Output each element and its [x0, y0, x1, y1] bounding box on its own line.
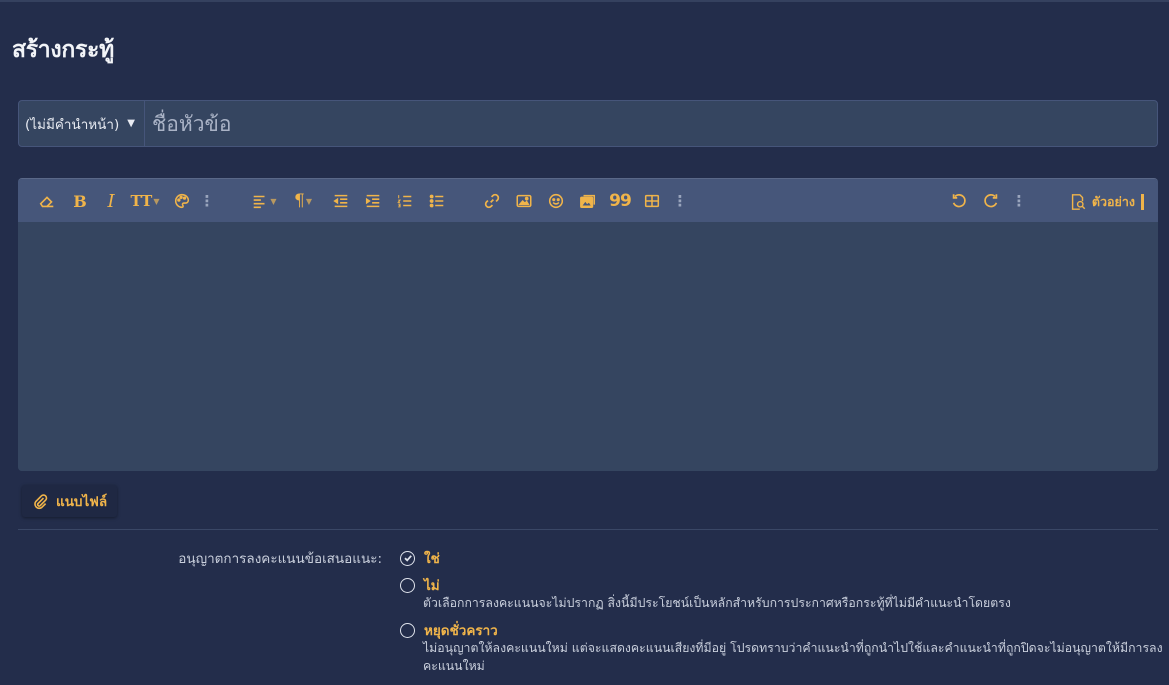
- indent-icon: [365, 194, 380, 208]
- insert-table-button[interactable]: [641, 190, 663, 212]
- attach-files-button[interactable]: แนบไฟล์: [22, 485, 118, 517]
- preview-button[interactable]: ตัวอย่าง: [1069, 192, 1144, 212]
- voting-option-label: ใช่: [424, 551, 440, 567]
- clear-formatting-button[interactable]: [36, 190, 58, 212]
- undo-icon: [952, 193, 966, 208]
- paperclip-icon: [34, 493, 48, 509]
- insert-emoji-button[interactable]: [545, 190, 567, 212]
- insert-link-button[interactable]: [481, 190, 503, 212]
- insert-quote-button[interactable]: 99: [609, 190, 632, 212]
- more-vertical-icon: ⋮: [672, 191, 688, 210]
- more-history-options-button[interactable]: ⋮: [1011, 190, 1027, 212]
- dropdown-caret-icon: ▼: [305, 196, 312, 206]
- attach-files-label: แนบไฟล์: [56, 494, 108, 510]
- voting-option-paused[interactable]: หยุดชั่วคราว: [400, 619, 498, 641]
- prefix-label: (ไม่มีคำนำหน้า): [25, 116, 120, 133]
- undo-button[interactable]: [948, 190, 970, 212]
- redo-icon: [984, 193, 998, 208]
- insert-image-button[interactable]: [513, 190, 535, 212]
- font-size-icon: TT: [130, 192, 153, 210]
- unordered-list-button[interactable]: [426, 190, 448, 212]
- indent-button[interactable]: [362, 190, 384, 212]
- radio-unchecked-icon: [400, 622, 415, 638]
- dropdown-caret-icon: ▼: [153, 196, 160, 206]
- editor-toolbar: B I TT ▼ ⋮ ▼ ¶ ▼ 99 ⋮ ⋮ ตัวอย่าง: [18, 179, 1158, 222]
- unordered-list-icon: [429, 194, 444, 208]
- media-gallery-icon: [580, 194, 596, 209]
- font-size-button[interactable]: TT ▼: [128, 190, 162, 212]
- voting-option-label: ไม่: [424, 578, 440, 594]
- voting-option-label: หยุดชั่วคราว: [424, 623, 498, 639]
- thread-title-input[interactable]: [145, 101, 1157, 146]
- voting-option-hint-continued: คะแนนใหม่: [423, 659, 485, 673]
- outdent-icon: [333, 194, 348, 208]
- voting-option-hint: ไม่อนุญาตให้ลงคะแนนใหม่ แต่จะแสดงคะแนนเส…: [423, 641, 1163, 655]
- image-icon: [516, 194, 532, 208]
- radio-unchecked-icon: [400, 577, 415, 593]
- editor-content-area[interactable]: [18, 222, 1158, 471]
- text-color-button[interactable]: [171, 190, 193, 212]
- more-vertical-icon: ⋮: [199, 191, 215, 210]
- ordered-list-icon: [397, 195, 412, 208]
- preview-label: ตัวอย่าง: [1091, 194, 1135, 209]
- more-insert-options-button[interactable]: ⋮: [672, 190, 688, 212]
- paragraph-button[interactable]: ¶ ▼: [287, 190, 319, 212]
- cursor-indicator: [1141, 194, 1144, 210]
- insert-media-button[interactable]: [577, 190, 599, 212]
- eraser-icon: [39, 196, 54, 208]
- thread-title-row: (ไม่มีคำนำหน้า) ▼: [18, 100, 1158, 147]
- more-options-button[interactable]: ⋮: [199, 190, 215, 212]
- quote-icon: 99: [609, 191, 632, 211]
- voting-option-hint: ตัวเลือกการลงคะแนนจะไม่ปรากฏ สิ่งนี้มีปร…: [423, 596, 1011, 610]
- page-title: สร้างกระทู้: [12, 37, 114, 63]
- prefix-select[interactable]: (ไม่มีคำนำหน้า) ▼: [19, 101, 145, 146]
- caret-down-icon: ▼: [127, 118, 135, 129]
- bold-button[interactable]: B: [69, 190, 91, 212]
- table-icon: [644, 194, 660, 208]
- paragraph-icon: ¶: [294, 191, 305, 211]
- section-divider: [18, 529, 1158, 530]
- preview-document-icon: [1071, 194, 1086, 210]
- allow-voting-label: อนุญาตการลงคะแนนข้อเสนอแนะ:: [178, 551, 382, 567]
- voting-option-yes[interactable]: ใช่: [400, 547, 440, 569]
- dropdown-caret-icon: ▼: [270, 196, 277, 206]
- smiley-icon: [548, 193, 564, 209]
- link-icon: [484, 193, 500, 209]
- italic-icon: I: [107, 190, 115, 212]
- more-vertical-icon: ⋮: [1011, 191, 1027, 210]
- bold-icon: B: [73, 191, 87, 211]
- outdent-button[interactable]: [330, 190, 352, 212]
- palette-icon: [174, 193, 190, 209]
- align-button[interactable]: ▼: [248, 190, 280, 212]
- radio-checked-icon: [400, 550, 415, 566]
- redo-button[interactable]: [980, 190, 1002, 212]
- italic-button[interactable]: I: [100, 190, 122, 212]
- ordered-list-button[interactable]: [394, 190, 416, 212]
- rich-text-editor: B I TT ▼ ⋮ ▼ ¶ ▼ 99 ⋮ ⋮ ตัวอย่าง: [18, 178, 1158, 471]
- voting-option-no[interactable]: ไม่: [400, 574, 440, 596]
- align-left-icon: [254, 195, 265, 209]
